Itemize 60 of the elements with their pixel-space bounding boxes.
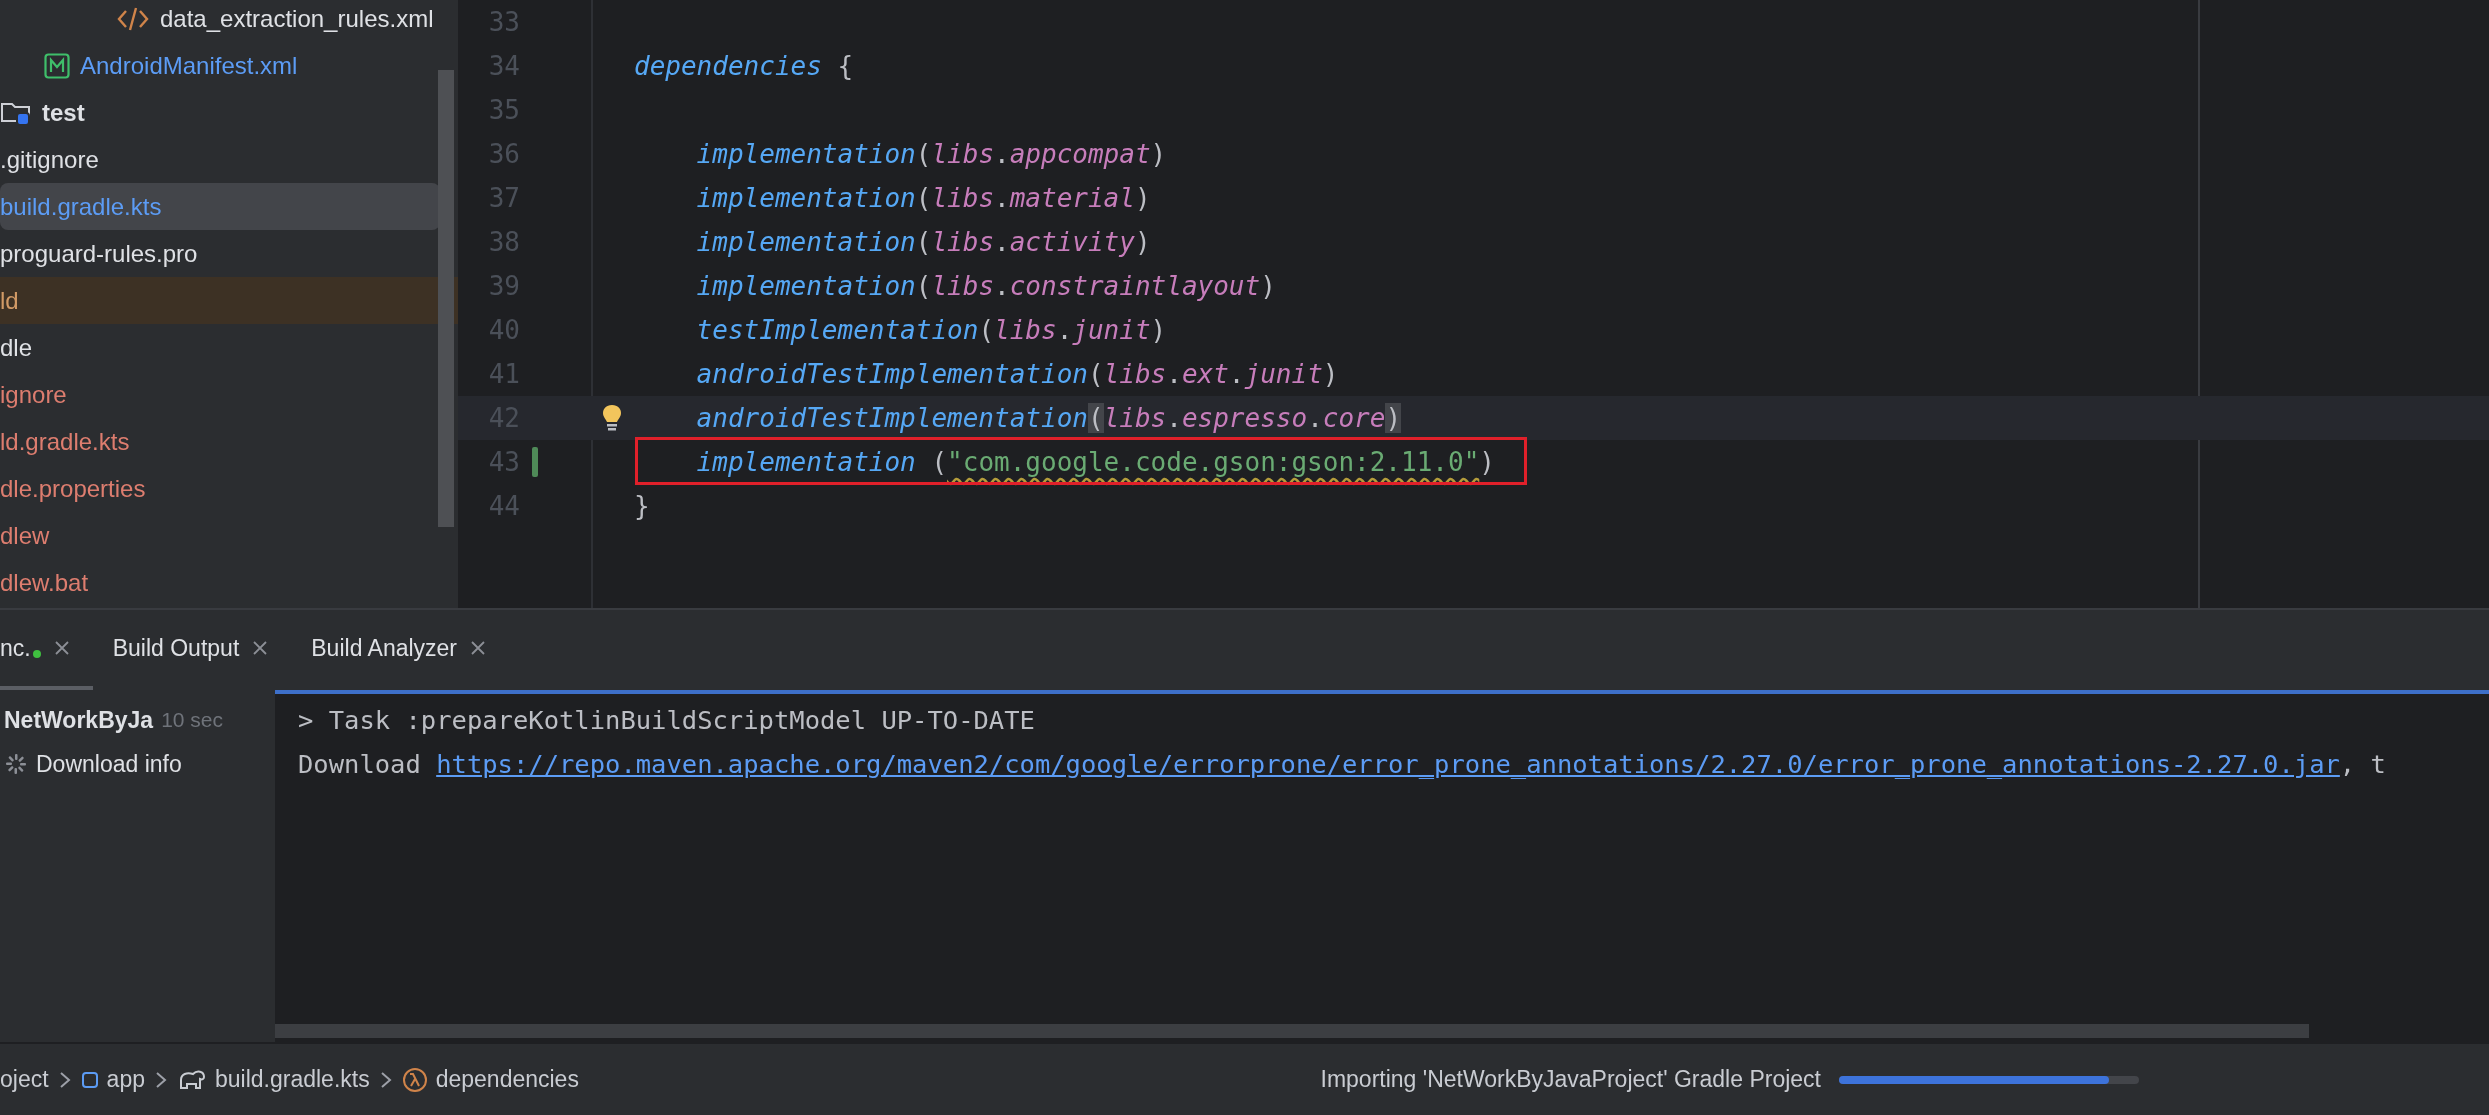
chevron-right-icon [154,1070,167,1089]
module-icon [80,1070,99,1089]
code-line: androidTestImplementation(libs.espresso.core) [695,403,1402,433]
tree-item[interactable]: dle.properties [0,465,458,512]
file-name: .gitignore [0,145,99,174]
code-line: testImplementation(libs.junit) [695,315,1167,345]
tree-item[interactable]: .gitignore [0,136,458,183]
file-name: data_extraction_rules.xml [160,4,434,33]
lightbulb-icon[interactable] [601,403,623,433]
file-name: test [42,98,85,127]
code-line: } [634,491,650,521]
spinner-icon [4,752,28,776]
chevron-right-icon [58,1070,71,1089]
file-name: dle.properties [0,474,146,503]
tool-tab[interactable]: Build Analyzer [291,610,510,690]
breadcrumb[interactable]: app [80,1066,145,1093]
tree-item[interactable]: test [0,89,458,136]
tree-item[interactable]: data_extraction_rules.xml [0,0,458,42]
build-tree-item[interactable]: Download info [0,742,275,786]
tree-item[interactable]: proguard-rules.pro [0,230,458,277]
close-icon[interactable] [54,641,69,655]
tree-item[interactable]: ld.gradle.kts [0,418,458,465]
tree-item[interactable]: AndroidManifest.xml [0,42,458,89]
console-line: Download https://repo.maven.apache.org/maven2/com/google/errorprone/error_prone_annotations/2.27.0/error_prone_annotations-2.27.0.jar, t [298,748,2387,781]
code-line: implementation(libs.constraintlayout) [695,271,1276,301]
tool-tab[interactable]: Build Output [92,610,292,690]
console-line: > Task :prepareKotlinBuildScriptModel UP-TO-DATE [298,704,1036,737]
build-tree-item[interactable]: NetWorkByJa 10 sec [0,698,275,742]
tree-item[interactable]: dlew [0,512,458,559]
code-line: dependencies { [634,51,854,81]
breadcrumb[interactable]: build.gradle.kts [176,1066,370,1093]
code-line: androidTestImplementation(libs.ext.junit) [695,359,1339,389]
code-line: implementation(libs.material) [695,183,1151,213]
file-name: ld [0,286,19,315]
progress-label: Importing 'NetWorkByJavaProject' Gradle Project [1320,1066,1821,1093]
breadcrumb[interactable]: oject [0,1066,49,1093]
file-name: dlew [0,521,50,550]
download-link[interactable]: https://repo.maven.apache.org/maven2/com/google/errorprone/error_prone_annotations/2.27.0/error_prone_annotations-2.27.0.jar [436,749,2340,779]
file-name: build.gradle.kts [0,192,162,221]
code-line: implementation ("com.google.code.gson:gson:2.11.0") [695,447,1495,477]
tree-item[interactable]: ld [0,277,458,324]
scrollbar-thumb[interactable] [275,1024,2309,1038]
tree-item[interactable]: dle [0,324,458,371]
manifest-file-icon [44,52,70,79]
file-name: AndroidManifest.xml [80,51,298,80]
file-name: ld.gradle.kts [0,427,130,456]
close-icon[interactable] [471,641,486,655]
file-name: dlew.bat [0,568,89,597]
lambda-icon [401,1066,428,1093]
scrollbar-thumb[interactable] [438,70,454,527]
code-line: implementation(libs.appcompat) [695,139,1167,169]
breadcrumb[interactable]: dependencies [401,1066,579,1093]
file-name: ignore [0,380,67,409]
tree-item[interactable]: dlew.bat [0,559,458,606]
file-name: proguard-rules.pro [0,239,198,268]
chevron-right-icon [379,1070,392,1089]
close-icon[interactable] [253,641,268,655]
tree-item[interactable]: ignore [0,371,458,418]
code-line: implementation(libs.activity) [695,227,1151,257]
file-name: dle [0,333,33,362]
